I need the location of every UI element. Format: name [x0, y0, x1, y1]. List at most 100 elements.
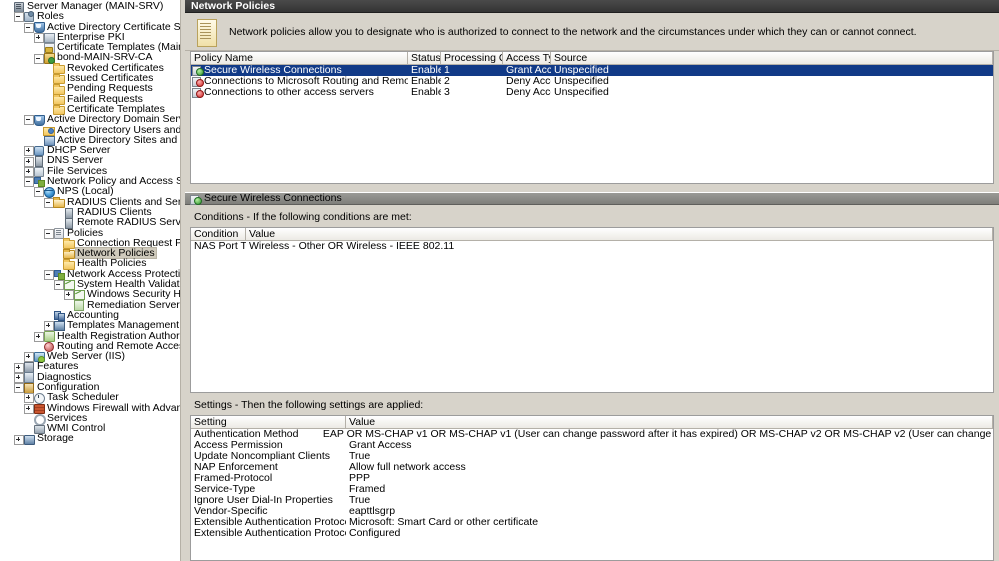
tree-item-windows-firewall-with-advanced-security[interactable]: Windows Firewall with Advanced Security	[0, 402, 180, 414]
collapse-minus-icon[interactable]	[23, 115, 34, 126]
tree-item-wmi-control[interactable]: WMI Control	[0, 423, 180, 434]
setting-value-cell: EAP OR MS-CHAP v1 OR MS-CHAP v1 (User ca…	[322, 429, 993, 440]
server-manager-window: Server Manager (MAIN-SRV) Roles Active Dir…	[0, 0, 999, 561]
policy-name-cell: Connections to Microsoft Routing and Rem…	[191, 76, 408, 87]
collapse-minus-icon[interactable]	[13, 383, 24, 394]
roles-icon	[23, 11, 34, 23]
settings-list-body[interactable]: Authentication Method EAP OR MS-CHAP v1 O…	[191, 429, 993, 539]
expand-plus-icon[interactable]	[23, 166, 34, 177]
info-banner: Network policies allow you to designate …	[185, 13, 999, 51]
expand-plus-icon[interactable]	[13, 362, 24, 373]
dhcp-icon	[33, 145, 44, 157]
network-policies-list[interactable]: Policy NameStatusProcessing OrderAccess …	[190, 51, 994, 184]
table-row[interactable]: NAP Enforcement Allow full network access	[191, 462, 993, 473]
expand-plus-icon[interactable]	[23, 146, 34, 157]
services-icon	[33, 413, 46, 427]
tree-item-server-manager-main-srv[interactable]: Server Manager (MAIN-SRV)	[0, 1, 180, 13]
policy-name-cell: Connections to other access servers	[191, 87, 408, 98]
console-tree[interactable]: Server Manager (MAIN-SRV) Roles Active Dir…	[0, 0, 180, 561]
tree-item-label: Templates Management	[67, 319, 180, 332]
settings-list[interactable]: Setting Value Authentication Method EAP OR…	[190, 415, 994, 561]
setting-value-cell: Framed	[349, 484, 386, 495]
table-row[interactable]: Access Permission Grant Access	[191, 440, 993, 451]
condition-cell: NAS Port Type	[194, 241, 246, 252]
column-header-source[interactable]: Source	[551, 52, 993, 64]
table-row[interactable]: Extensible Authentication Protocol Metho…	[191, 517, 993, 528]
setting-cell: Extensible Authentication Protocol Confi…	[194, 528, 346, 539]
expand-plus-icon[interactable]	[43, 321, 54, 332]
table-row[interactable]: Update Noncompliant Clients True	[191, 451, 993, 462]
expand-plus-icon[interactable]	[63, 290, 74, 301]
conditions-list-body[interactable]: NAS Port TypeWireless - Other OR Wireles…	[191, 241, 993, 252]
column-header-condition[interactable]: Condition	[191, 228, 246, 240]
tree-item-remote-radius-server-groups[interactable]: Remote RADIUS Server Groups	[0, 216, 180, 229]
expand-plus-icon[interactable]	[33, 33, 44, 44]
expand-plus-icon[interactable]	[13, 372, 24, 383]
cert-icon	[43, 42, 55, 54]
column-header-setting[interactable]: Setting	[191, 416, 346, 428]
collapse-minus-icon[interactable]	[53, 280, 64, 291]
expand-plus-icon[interactable]	[23, 403, 34, 414]
npas-icon	[33, 176, 45, 188]
table-row[interactable]: Connections to other access servers Enabl…	[191, 87, 993, 98]
table-row[interactable]: Connections to Microsoft Routing and Rem…	[191, 76, 993, 87]
conditions-list-header[interactable]: Condition Value	[191, 228, 993, 241]
table-row[interactable]: NAS Port TypeWireless - Other OR Wireles…	[191, 241, 993, 252]
collapse-minus-icon[interactable]	[43, 197, 54, 208]
folder-icon	[53, 84, 65, 95]
source-cell: Unspecified	[554, 87, 609, 98]
column-header-access-type[interactable]: Access Type	[503, 52, 551, 64]
expand-plus-icon[interactable]	[23, 352, 34, 363]
policy-deny-icon	[192, 87, 204, 98]
column-header-value[interactable]: Value	[246, 228, 993, 240]
collapse-minus-icon[interactable]	[13, 12, 24, 23]
table-row[interactable]: Ignore User Dial-In Properties True	[191, 495, 993, 506]
collapse-minus-icon[interactable]	[33, 187, 44, 198]
setting-value-cell: eapttlsgrp	[349, 506, 396, 517]
table-row[interactable]: Framed-Protocol PPP	[191, 473, 993, 484]
file-services-icon	[33, 166, 44, 177]
column-header-status[interactable]: Status	[408, 52, 441, 64]
collapse-minus-icon[interactable]	[23, 177, 34, 188]
expand-plus-icon[interactable]	[23, 393, 34, 404]
collapse-minus-icon[interactable]	[23, 22, 34, 33]
collapse-minus-icon[interactable]	[43, 269, 54, 280]
tree-item-storage[interactable]: Storage	[0, 433, 180, 445]
table-row[interactable]: Service-Type Framed	[191, 484, 993, 495]
tree-item-label: Remote RADIUS Server Groups	[77, 216, 180, 229]
folder-icon	[63, 238, 75, 249]
access-type-cell: Grant Access	[506, 65, 551, 76]
policies-list-body[interactable]: Secure Wireless Connections Enabled1 Grant…	[191, 65, 993, 98]
collapse-minus-icon[interactable]	[33, 53, 44, 64]
folder-icon	[53, 63, 65, 74]
expand-plus-icon[interactable]	[23, 156, 34, 167]
processing-order-cell: 2	[444, 76, 450, 87]
conditions-list[interactable]: ConditionValue NAS Port TypeWireless - O…	[190, 227, 994, 393]
folder-open-icon	[63, 248, 75, 260]
expand-plus-icon[interactable]	[13, 434, 24, 445]
column-header-processing-order[interactable]: Processing Order	[441, 52, 503, 64]
shv-icon	[73, 289, 85, 301]
table-row[interactable]: Secure Wireless Connections Enabled1 Grant…	[191, 65, 993, 76]
column-header-value[interactable]: Value	[346, 416, 993, 428]
collapse-minus-icon[interactable]	[43, 228, 54, 239]
policies-list-header[interactable]: Policy NameStatusProcessing OrderAccess …	[191, 52, 993, 65]
table-row[interactable]: Extensible Authentication Protocol Confi…	[191, 528, 993, 539]
ca-icon	[43, 53, 55, 65]
tree-item-web-server-iis[interactable]: Web Server (IIS)	[0, 351, 180, 363]
expand-plus-icon[interactable]	[33, 331, 44, 342]
column-header-policy-name[interactable]: Policy Name	[191, 52, 408, 64]
setting-value-cell: True	[349, 495, 371, 506]
settings-list-header[interactable]: Setting Value	[191, 416, 993, 429]
processing-order-cell: 1	[444, 65, 450, 76]
table-row[interactable]: Authentication Method EAP OR MS-CHAP v1 O…	[191, 429, 993, 440]
table-row[interactable]: Vendor-Specific eapttlsgrp	[191, 506, 993, 517]
details-header-label: Secure Wireless Connections	[204, 192, 342, 204]
tree-item-templates-management[interactable]: Templates Management	[0, 319, 180, 332]
page-title: Network Policies	[185, 0, 999, 13]
